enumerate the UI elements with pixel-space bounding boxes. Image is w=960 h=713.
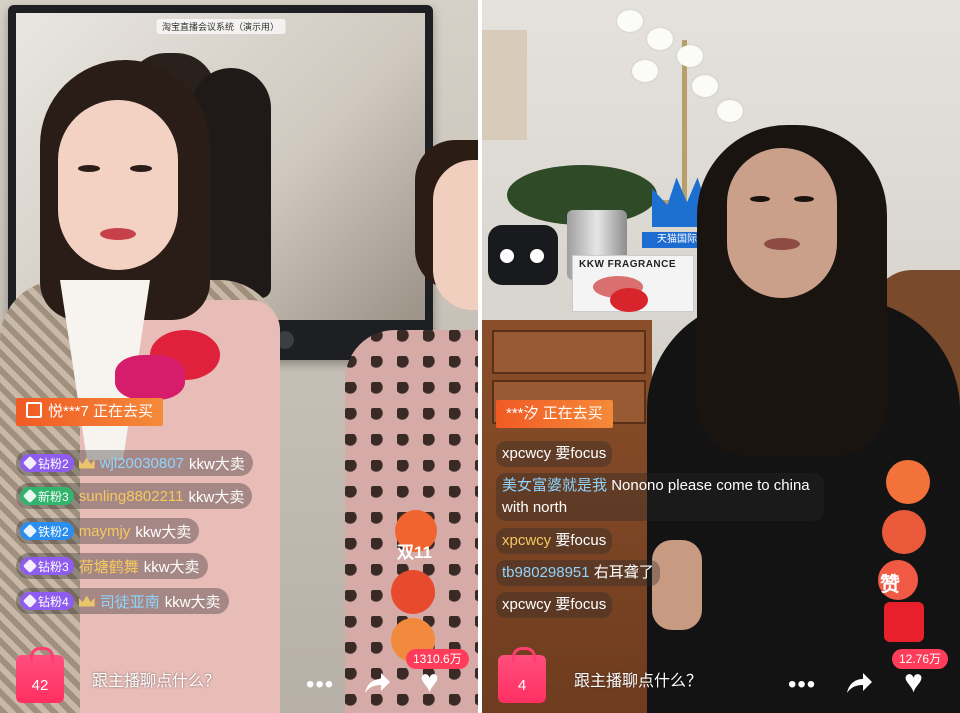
more-dots-icon[interactable]: •••	[306, 673, 334, 697]
bottom-bar: 4 跟主播聊点什么？ ••• 12.76万 ♥	[482, 647, 960, 713]
purchase-notice: 悦***7 正在去买	[16, 398, 164, 426]
diamond-icon	[22, 455, 38, 471]
live-stream-screens: 淘宝直播会议系统（演示用） 双11 悦***7 正在去买 钻粉2 wjl2003…	[0, 0, 960, 713]
diamond-icon	[22, 593, 38, 609]
promo-sticker-label: 赞	[880, 574, 900, 596]
comment-user[interactable]: xpcwcy	[502, 596, 551, 613]
more-dots-icon[interactable]: •••	[788, 673, 816, 697]
comment-item: xpcwcy 要focus	[496, 592, 613, 618]
comment-text: kkw大卖	[143, 558, 200, 576]
comment-item: 美女富婆就是我 Nonono please come to china with…	[496, 473, 824, 521]
promo-sticker-stack[interactable]: 双11	[385, 510, 445, 662]
promo-sticker-label: 双11	[397, 543, 432, 562]
comment-user[interactable]: xpcwcy	[502, 532, 551, 549]
comment-item: 新粉3 sunling8802211 kkw大卖	[16, 483, 253, 509]
comment-text: kkw大卖	[135, 523, 192, 541]
tmall-cat-logo	[488, 225, 558, 285]
purchase-notice: ***汐 正在去买	[496, 400, 613, 428]
comment-text: 要focus	[555, 445, 607, 462]
diamond-icon	[22, 488, 38, 504]
heart-icon[interactable]: ♥	[904, 665, 923, 697]
crown-icon	[78, 457, 95, 469]
comment-user[interactable]: 美女富婆就是我	[502, 477, 607, 494]
guest-hand	[652, 540, 702, 630]
red-envelope-icon	[884, 602, 924, 642]
fan-badge: 铁粉2	[20, 522, 74, 540]
share-arrow-icon[interactable]	[844, 671, 874, 695]
guest-face	[727, 148, 837, 298]
comment-user[interactable]: wjl20030807	[100, 455, 184, 472]
fan-badge: 新粉3	[20, 487, 74, 505]
comment-item: 钻粉2 wjl20030807 kkw大卖	[16, 450, 253, 476]
comment-item: 铁粉2 maymjy kkw大卖	[16, 518, 200, 544]
fan-badge: 钻粉3	[20, 557, 74, 575]
diamond-icon	[22, 558, 38, 574]
comment-text: 要focus	[555, 596, 607, 613]
comment-user[interactable]: 司徒亚南	[100, 591, 160, 612]
chat-input[interactable]: 跟主播聊点什么？	[574, 667, 702, 691]
lips-perfume-bottle-pink	[115, 355, 185, 400]
comment-item: 钻粉3 荷塘鹤舞 kkw大卖	[16, 553, 208, 579]
left-live-stream: 淘宝直播会议系统（演示用） 双11 悦***7 正在去买 钻粉2 wjl2003…	[0, 0, 478, 713]
crown-icon	[78, 595, 95, 607]
heart-icon[interactable]: ♥	[420, 665, 439, 697]
shopping-bag-icon	[30, 647, 54, 662]
comment-user[interactable]: 荷塘鹤舞	[79, 556, 139, 577]
cart-count: 42	[31, 677, 49, 694]
lips-perfume-bottle	[610, 288, 648, 312]
fan-badge: 钻粉4	[20, 592, 74, 610]
comment-text: 要focus	[555, 532, 607, 549]
shopping-bag-icon	[512, 647, 536, 662]
comment-user[interactable]: maymjy	[79, 523, 131, 540]
comment-user[interactable]: tb980298951	[502, 564, 590, 581]
bottom-bar: 42 跟主播聊点什么？ ••• 1310.6万 ♥	[0, 647, 478, 713]
comment-text: kkw大卖	[188, 455, 245, 473]
comment-text: 右耳聋了	[593, 564, 654, 581]
comment-item: 钻粉4 司徒亚南 kkw大卖	[16, 588, 229, 614]
comment-text: kkw大卖	[164, 593, 221, 611]
promo-sticker-stack[interactable]: 赞	[874, 460, 934, 650]
comment-text: kkw大卖	[188, 488, 245, 506]
comment-user[interactable]: xpcwcy	[502, 445, 551, 462]
lamp	[482, 30, 527, 140]
diamond-icon	[22, 523, 38, 539]
comment-user[interactable]: sunling8802211	[79, 488, 184, 505]
share-arrow-icon[interactable]	[362, 671, 392, 695]
right-live-stream: 天猫国际风赏 KKW FRAGRANCE 赞 ***汐 正在去买 xpcwcy …	[482, 0, 960, 713]
comment-item: tb980298951 右耳聋了	[496, 560, 660, 586]
comment-item: xpcwcy 要focus	[496, 441, 613, 467]
shopping-bag-button[interactable]: 4	[498, 647, 546, 703]
cart-count: 4	[517, 677, 527, 694]
kkw-label: KKW FRAGRANCE	[579, 259, 677, 270]
comment-item: xpcwcy 要focus	[496, 528, 613, 554]
shopping-bag-button[interactable]: 42	[16, 647, 64, 703]
fan-badge: 钻粉2	[20, 454, 74, 472]
bag-icon	[26, 402, 42, 418]
chat-input[interactable]: 跟主播聊点什么？	[92, 667, 220, 691]
tv-title: 淘宝直播会议系统（演示用）	[155, 19, 286, 34]
